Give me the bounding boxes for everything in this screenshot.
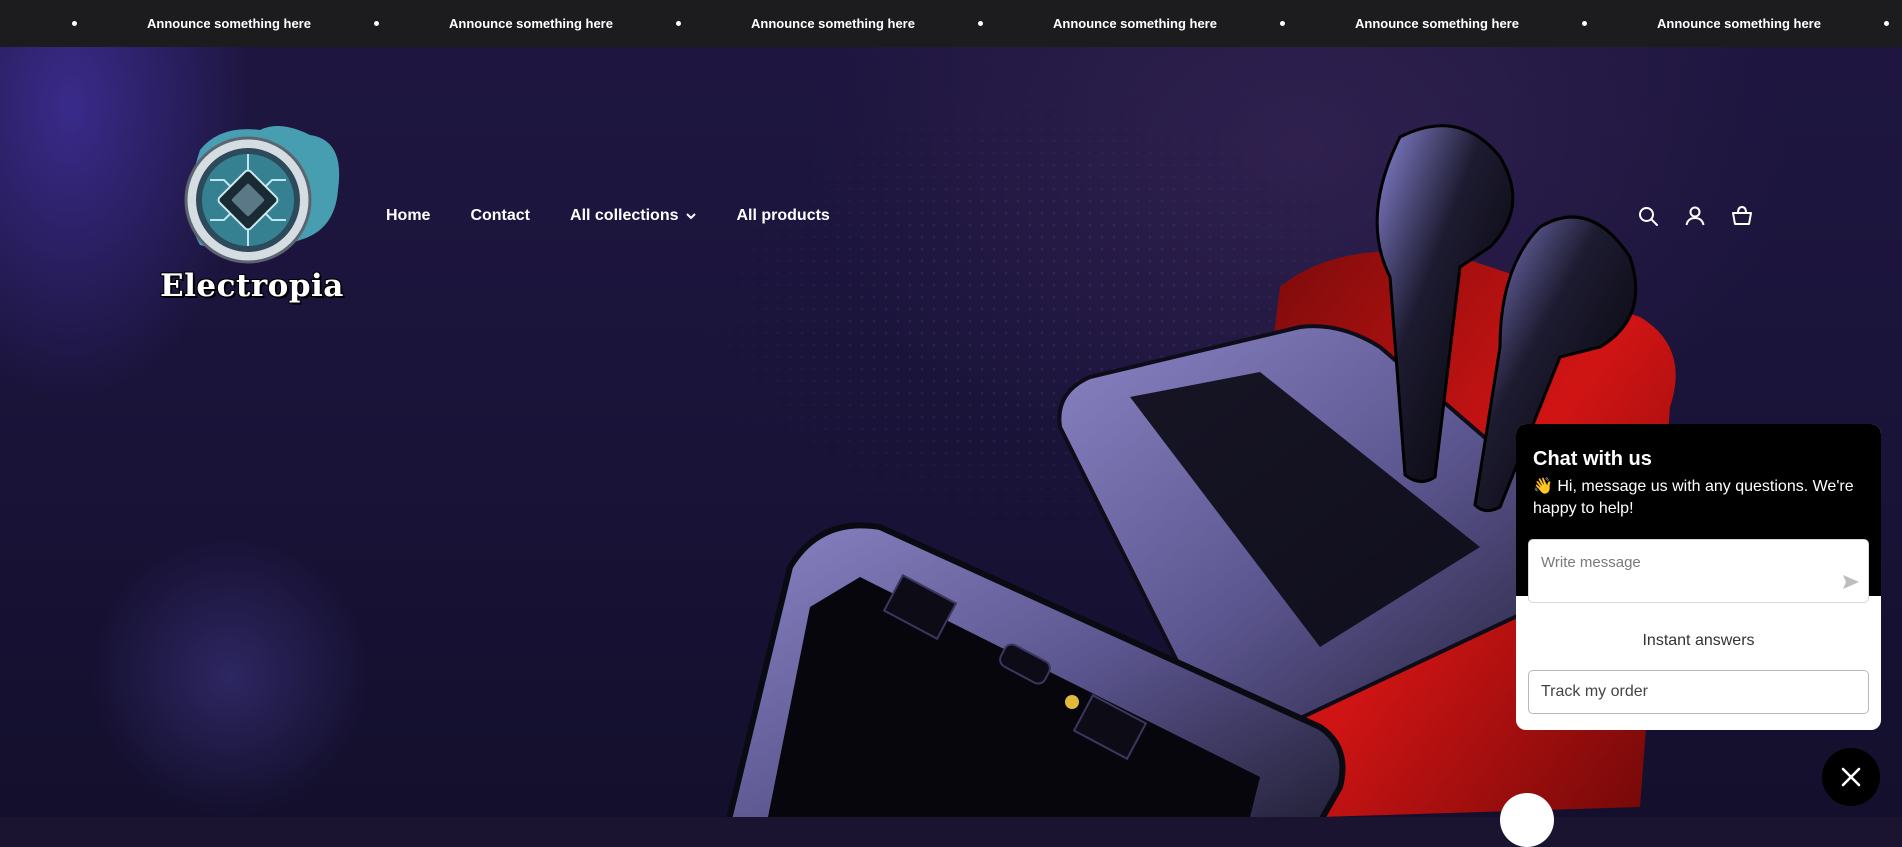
search-icon[interactable] [1636, 204, 1660, 228]
announcement-text: Announce something here [751, 16, 915, 31]
brand-name: Electropia [160, 268, 344, 304]
bullet-dot [72, 21, 77, 26]
header-actions [1636, 204, 1754, 228]
track-order-button[interactable]: Track my order [1528, 670, 1869, 714]
chat-message-box [1528, 539, 1869, 603]
announcement-bar: Announce something here Announce somethi… [0, 0, 1902, 47]
main-nav: Home Contact All collections All product… [386, 204, 870, 228]
cart-icon[interactable] [1730, 204, 1754, 228]
bullet-dot [1280, 21, 1285, 26]
chat-widget: Chat with us 👋 Hi, message us with any q… [1516, 424, 1881, 730]
bullet-dot [1884, 21, 1889, 26]
announcement-text: Announce something here [1657, 16, 1821, 31]
bullet-dot [1582, 21, 1587, 26]
chip-logo-icon [184, 126, 340, 264]
bullet-dot [676, 21, 681, 26]
nav-all-products[interactable]: All products [736, 207, 829, 225]
nav-all-collections[interactable]: All collections [570, 207, 697, 225]
chat-subtitle: 👋 Hi, message us with any questions. We'… [1533, 478, 1854, 517]
account-icon[interactable] [1683, 204, 1707, 228]
announcement-text: Announce something here [1355, 16, 1519, 31]
announcement-track: Announce something here Announce somethi… [0, 0, 1902, 47]
instant-answers-heading: Instant answers [1642, 632, 1755, 649]
chat-close-button[interactable] [1822, 748, 1880, 806]
chat-message-input[interactable] [1541, 552, 1821, 572]
chat-title: Chat with us [1533, 448, 1652, 470]
announcement-text: Announce something here [449, 16, 613, 31]
announcement-text: Announce something here [1053, 16, 1217, 31]
bullet-dot [978, 21, 983, 26]
announcement-text: Announce something here [147, 16, 311, 31]
nav-home[interactable]: Home [386, 207, 430, 225]
close-icon [1841, 767, 1861, 787]
send-icon[interactable] [1841, 572, 1861, 592]
bullet-dot [374, 21, 379, 26]
slider-control[interactable] [1500, 793, 1554, 847]
nav-contact[interactable]: Contact [470, 207, 530, 225]
chevron-down-icon [686, 213, 697, 220]
brand-logo[interactable]: Electropia [160, 120, 344, 310]
nav-all-collections-label: All collections [570, 207, 679, 224]
